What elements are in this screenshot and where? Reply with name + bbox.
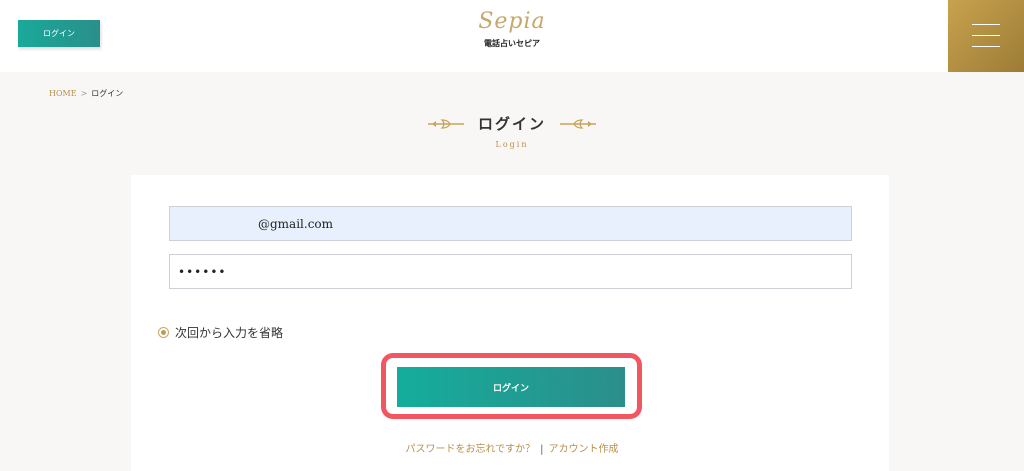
logo-script: Sepia: [478, 9, 546, 34]
remember-label: 次回から入力を省略: [175, 326, 284, 340]
radio-selected-dot-icon: [161, 330, 166, 335]
hamburger-menu-icon: [972, 46, 1000, 47]
page-subtitle: Login: [495, 140, 529, 149]
hamburger-menu-icon: [972, 35, 1000, 36]
logo-subtitle: 電話占いセピア: [484, 38, 540, 48]
account-links: パスワードをお忘れですか？ | アカウント作成: [0, 440, 1024, 455]
breadcrumb-home-link[interactable]: HOME: [49, 89, 77, 98]
breadcrumb-separator: >: [80, 89, 88, 98]
breadcrumb: HOME > ログイン: [49, 88, 123, 99]
remember-radio[interactable]: [158, 327, 169, 338]
site-header: ログイン Sepia 電話占いセピア: [0, 0, 1024, 72]
ornament-right-icon: [560, 118, 596, 129]
login-submit-button[interactable]: ログイン: [397, 367, 625, 407]
email-field[interactable]: @gmail.com: [169, 206, 852, 241]
page-title-block: ログイン Login: [0, 113, 1024, 149]
menu-button[interactable]: [948, 0, 1024, 72]
password-field[interactable]: ••••••: [169, 254, 852, 289]
page-title: ログイン: [477, 115, 546, 133]
header-login-button[interactable]: ログイン: [18, 20, 100, 47]
links-divider: |: [540, 444, 544, 455]
create-account-link[interactable]: アカウント作成: [549, 444, 619, 455]
site-logo[interactable]: Sepia 電話占いセピア: [462, 8, 562, 49]
ornament-left-icon: [427, 118, 464, 129]
forgot-password-link[interactable]: パスワードをお忘れですか？: [405, 444, 535, 455]
breadcrumb-current: ログイン: [91, 89, 124, 98]
remember-option[interactable]: 次回から入力を省略: [158, 324, 283, 341]
hamburger-menu-icon: [972, 24, 1000, 25]
